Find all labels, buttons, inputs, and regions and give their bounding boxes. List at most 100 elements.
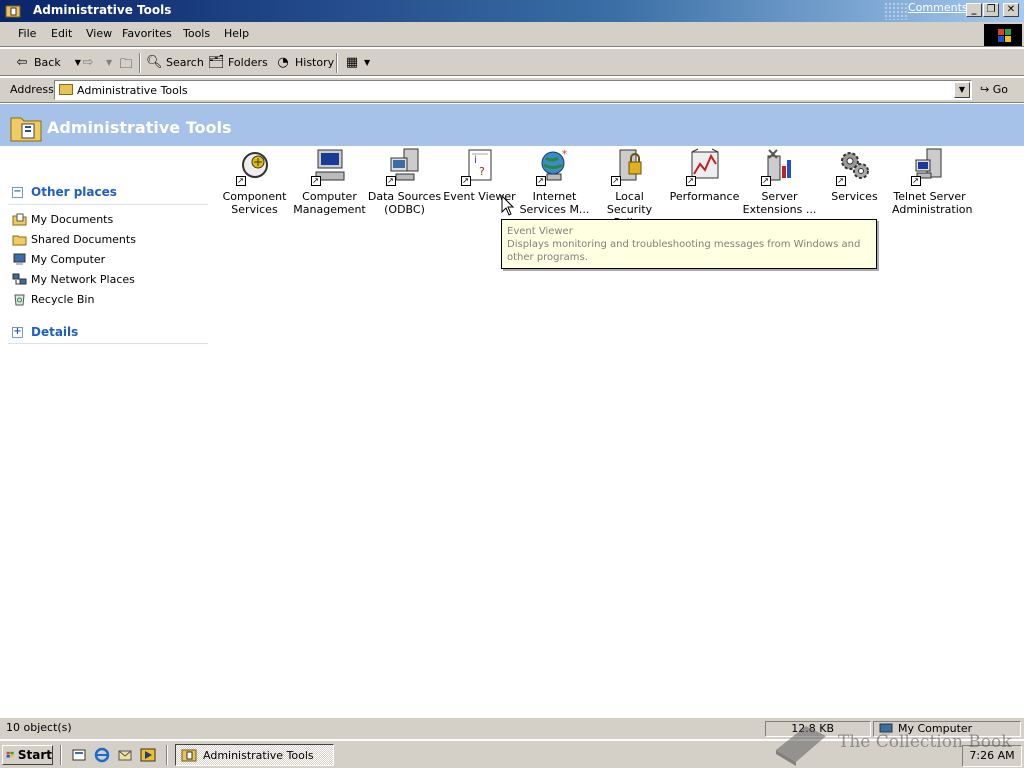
tooltip-body: Displays monitoring and troubleshooting … bbox=[507, 239, 861, 263]
section-divider bbox=[8, 204, 208, 205]
title-pattern bbox=[884, 2, 908, 20]
recycle-bin-icon bbox=[14, 294, 25, 306]
minimize-button[interactable]: _ bbox=[966, 3, 982, 17]
task-administrative-tools[interactable]: Administrative Tools bbox=[175, 744, 334, 766]
menu-bar: File Edit View Favorites Tools Help bbox=[0, 22, 1024, 47]
collapse-icon[interactable]: − bbox=[12, 186, 23, 198]
shortcut-arrow-icon: ↗ bbox=[235, 176, 246, 186]
window-title: Administrative Tools bbox=[33, 3, 172, 17]
item-internet-services-manager[interactable]: * ↗ Internet Services M... bbox=[517, 148, 592, 216]
taskbar-separator bbox=[166, 745, 168, 765]
item-component-services[interactable]: ↗ Component Services bbox=[217, 148, 292, 216]
windows-flag-icon bbox=[6, 751, 14, 758]
tooltip: Event Viewer Displays monitoring and tro… bbox=[501, 219, 877, 269]
svg-text:i: i bbox=[474, 155, 477, 166]
details-header[interactable]: + Details bbox=[12, 325, 78, 339]
place-recycle-bin[interactable]: Recycle Bin bbox=[12, 293, 94, 306]
toolbar-separator bbox=[139, 53, 141, 73]
admin-tools-folder-icon bbox=[10, 117, 42, 142]
item-data-sources[interactable]: ↗ Data Sources (ODBC) bbox=[367, 148, 442, 216]
go-button[interactable]: ↪ Go bbox=[980, 83, 1008, 96]
section-divider bbox=[8, 343, 208, 344]
up-button[interactable]: 🗀 bbox=[118, 55, 134, 77]
internet-explorer-icon[interactable] bbox=[94, 747, 110, 763]
menu-tools[interactable]: Tools bbox=[183, 27, 210, 40]
item-performance[interactable]: ↗ Performance bbox=[667, 148, 742, 203]
shortcut-arrow-icon: ↗ bbox=[760, 176, 771, 186]
data-sources-icon: ↗ bbox=[385, 148, 422, 186]
place-my-documents[interactable]: My Documents bbox=[12, 213, 113, 226]
component-services-icon: ↗ bbox=[235, 148, 272, 186]
folders-button[interactable]: 🗂︎ Folders bbox=[208, 55, 268, 70]
views-dropdown-icon: ▼ bbox=[364, 58, 371, 67]
menu-favorites[interactable]: Favorites bbox=[122, 27, 172, 40]
item-server-extensions[interactable]: ↗ Server Extensions ... bbox=[742, 148, 817, 216]
address-dropdown-icon[interactable]: ▼ bbox=[954, 82, 970, 98]
address-input[interactable]: Administrative Tools ▼ bbox=[54, 80, 972, 100]
place-my-computer[interactable]: My Computer bbox=[12, 253, 105, 266]
telnet-server-icon: ↗ bbox=[910, 148, 947, 186]
admin-tools-icon bbox=[181, 749, 197, 762]
internet-services-icon: * ↗ bbox=[535, 148, 572, 186]
history-icon: ◔ bbox=[277, 55, 289, 70]
folder-up-icon: 🗀 bbox=[119, 57, 133, 72]
history-button[interactable]: ◔ History bbox=[275, 55, 334, 70]
watermark-text: The Collection Book bbox=[838, 732, 1012, 752]
forward-button[interactable]: ⇨ ▼ bbox=[80, 55, 113, 70]
tooltip-title: Event Viewer bbox=[507, 226, 573, 237]
restore-button[interactable]: ❐ bbox=[983, 3, 999, 17]
book-logo-icon bbox=[776, 726, 826, 766]
place-my-network-places[interactable]: My Network Places bbox=[12, 273, 135, 286]
folder-header: Administrative Tools bbox=[0, 104, 1024, 146]
menu-help[interactable]: Help bbox=[224, 27, 249, 40]
forward-arrow-icon: ⇨ bbox=[82, 55, 94, 70]
comments-link[interactable]: Comments? bbox=[908, 1, 973, 14]
other-places-header[interactable]: − Other places bbox=[12, 185, 117, 199]
address-bar: Address Administrative Tools ▼ ↪ Go bbox=[0, 77, 1024, 103]
folder-icon bbox=[59, 84, 73, 95]
media-player-icon[interactable] bbox=[140, 747, 156, 763]
views-button[interactable]: ▦ ▼ bbox=[344, 55, 370, 70]
search-icon: 🔍︎ bbox=[146, 55, 163, 70]
place-shared-documents[interactable]: Shared Documents bbox=[12, 233, 136, 246]
shortcut-arrow-icon: ↗ bbox=[535, 176, 546, 186]
shortcut-arrow-icon: ↗ bbox=[835, 176, 846, 186]
menu-file[interactable]: File bbox=[18, 27, 36, 40]
computer-management-icon: ↗ bbox=[310, 148, 347, 186]
svg-text:?: ? bbox=[479, 165, 485, 178]
back-button[interactable]: ⇦ Back ▼ bbox=[14, 55, 81, 70]
svg-text:*: * bbox=[562, 149, 567, 160]
my-computer-icon bbox=[13, 253, 26, 265]
taskbar-separator bbox=[60, 745, 62, 765]
shortcut-arrow-icon: ↗ bbox=[610, 176, 621, 186]
event-viewer-icon: i? ↗ bbox=[460, 148, 497, 186]
expand-icon[interactable]: + bbox=[12, 326, 23, 338]
status-object-count: 10 object(s) bbox=[6, 721, 72, 734]
close-button[interactable]: ✕ bbox=[1003, 3, 1019, 17]
server-extensions-icon: ↗ bbox=[760, 148, 797, 186]
item-local-security-policy[interactable]: ↗ Local Security Policy bbox=[592, 148, 667, 229]
back-arrow-icon: ⇦ bbox=[16, 55, 28, 70]
performance-icon: ↗ bbox=[685, 148, 722, 186]
address-label: Address bbox=[10, 83, 54, 96]
item-services[interactable]: ↗ Services bbox=[817, 148, 892, 203]
admin-tools-icon bbox=[5, 5, 21, 18]
address-value: Administrative Tools bbox=[77, 84, 188, 97]
item-telnet-server-administration[interactable]: ↗ Telnet Server Administration bbox=[892, 148, 973, 216]
mouse-pointer-icon bbox=[501, 195, 515, 216]
views-icon: ▦ bbox=[345, 55, 359, 70]
menu-view[interactable]: View bbox=[86, 27, 112, 40]
item-computer-management[interactable]: ↗ Computer Management bbox=[292, 148, 367, 216]
folder-title: Administrative Tools bbox=[47, 118, 232, 137]
search-button[interactable]: 🔍︎ Search bbox=[146, 55, 204, 70]
show-desktop-icon[interactable] bbox=[71, 747, 87, 763]
services-icon: ↗ bbox=[835, 148, 872, 186]
shortcut-arrow-icon: ↗ bbox=[460, 176, 471, 186]
forward-dropdown-icon[interactable]: ▼ bbox=[106, 58, 112, 67]
start-button[interactable]: Start bbox=[2, 745, 53, 765]
shortcut-arrow-icon: ↗ bbox=[385, 176, 396, 186]
outlook-express-icon[interactable] bbox=[117, 747, 133, 763]
title-bar[interactable]: Administrative Tools Comments? _ ❐ ✕ bbox=[0, 0, 1024, 22]
menu-edit[interactable]: Edit bbox=[51, 27, 72, 40]
folders-icon: 🗂︎ bbox=[208, 55, 225, 70]
